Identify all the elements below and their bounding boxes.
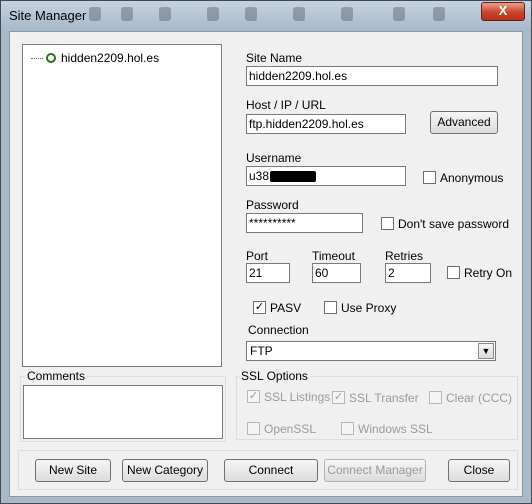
close-window-button[interactable]: X — [481, 2, 525, 21]
checkmark-icon: ✓ — [248, 390, 259, 402]
site-node-icon — [46, 53, 56, 63]
ssl-options-group: SSL Options ✓ SSL Listings ✓ SSL Transfe… — [236, 369, 518, 440]
chevron-down-icon[interactable]: ▼ — [478, 343, 494, 359]
button-bar: New Site New Category Connect Connect Ma… — [18, 450, 518, 490]
tree-item-label: hidden2209.hol.es — [61, 51, 160, 65]
port-label: Port — [246, 249, 269, 263]
site-name-input[interactable]: hidden2209.hol.es — [246, 66, 498, 86]
background-icon — [121, 7, 133, 21]
background-icon — [293, 7, 305, 21]
site-name-label: Site Name — [246, 51, 303, 65]
windows-ssl-radio[interactable] — [341, 422, 354, 435]
connection-select[interactable]: FTP ▼ — [246, 341, 496, 361]
tree-connector — [31, 57, 43, 59]
advanced-button[interactable]: Advanced — [430, 111, 498, 134]
connection-value: FTP — [250, 344, 273, 358]
host-label: Host / IP / URL — [246, 98, 326, 112]
background-icon — [341, 7, 353, 21]
clear-ccc-checkbox[interactable] — [429, 391, 442, 404]
comments-title: Comments — [25, 369, 88, 383]
retries-input[interactable]: 2 — [385, 263, 431, 283]
pasv-checkbox[interactable]: ✓ — [253, 301, 266, 314]
ssl-transfer-checkbox[interactable]: ✓ — [332, 391, 345, 404]
connect-manager-button[interactable]: Connect Manager — [324, 459, 426, 482]
username-value: u38 — [249, 169, 270, 183]
host-input[interactable]: ftp.hidden2209.hol.es — [246, 114, 406, 134]
ssl-listings-checkbox[interactable]: ✓ — [247, 390, 260, 403]
username-label: Username — [246, 151, 302, 165]
tree-item[interactable]: hidden2209.hol.es — [31, 50, 159, 66]
background-icon — [207, 7, 219, 21]
site-tree[interactable]: hidden2209.hol.es — [22, 44, 222, 367]
windows-ssl-label: Windows SSL — [358, 422, 433, 436]
background-icon — [159, 7, 171, 21]
ssl-listings-label: SSL Listings — [264, 390, 331, 404]
site-manager-window: Site Manager X hidden2209.hol.es Site Na… — [0, 0, 532, 504]
password-label: Password — [246, 198, 299, 212]
background-icon — [393, 7, 405, 21]
checkmark-icon: ✓ — [333, 391, 344, 403]
timeout-input[interactable]: 60 — [312, 263, 361, 283]
window-title: Site Manager — [9, 8, 87, 23]
dialog-client-area: hidden2209.hol.es Site Name hidden2209.h… — [9, 31, 523, 497]
timeout-label: Timeout — [312, 249, 355, 263]
retry-on-checkbox[interactable] — [447, 266, 460, 279]
openssl-radio[interactable] — [247, 422, 260, 435]
background-icon — [245, 7, 257, 21]
anonymous-label: Anonymous — [440, 171, 504, 185]
username-input[interactable]: u38 — [246, 166, 406, 186]
redaction-mask — [270, 171, 317, 183]
close-icon: X — [498, 3, 508, 18]
use-proxy-label: Use Proxy — [341, 301, 397, 315]
connection-label: Connection — [248, 323, 309, 337]
openssl-label: OpenSSL — [264, 422, 317, 436]
title-bar[interactable]: Site Manager X — [1, 1, 531, 31]
ssl-transfer-label: SSL Transfer — [349, 391, 419, 405]
ssl-options-title: SSL Options — [239, 369, 310, 383]
pasv-label: PASV — [270, 301, 302, 315]
retries-label: Retries — [385, 249, 424, 263]
checkmark-icon: ✓ — [254, 301, 265, 313]
background-icon — [433, 7, 445, 21]
connect-button[interactable]: Connect — [224, 459, 318, 482]
dont-save-password-label: Don't save password — [398, 217, 510, 231]
use-proxy-checkbox[interactable] — [324, 301, 337, 314]
new-category-button[interactable]: New Category — [122, 459, 208, 482]
comments-textarea[interactable] — [23, 385, 223, 439]
anonymous-checkbox[interactable] — [423, 171, 436, 184]
retry-on-label: Retry On — [464, 266, 513, 280]
dont-save-password-checkbox[interactable] — [381, 217, 394, 230]
port-input[interactable]: 21 — [246, 263, 290, 283]
comments-group: Comments — [20, 369, 226, 442]
background-icon — [89, 7, 101, 21]
new-site-button[interactable]: New Site — [35, 459, 111, 482]
close-button[interactable]: Close — [448, 459, 510, 482]
clear-ccc-label: Clear (CCC) — [446, 391, 512, 405]
password-input[interactable]: ********** — [246, 213, 363, 233]
